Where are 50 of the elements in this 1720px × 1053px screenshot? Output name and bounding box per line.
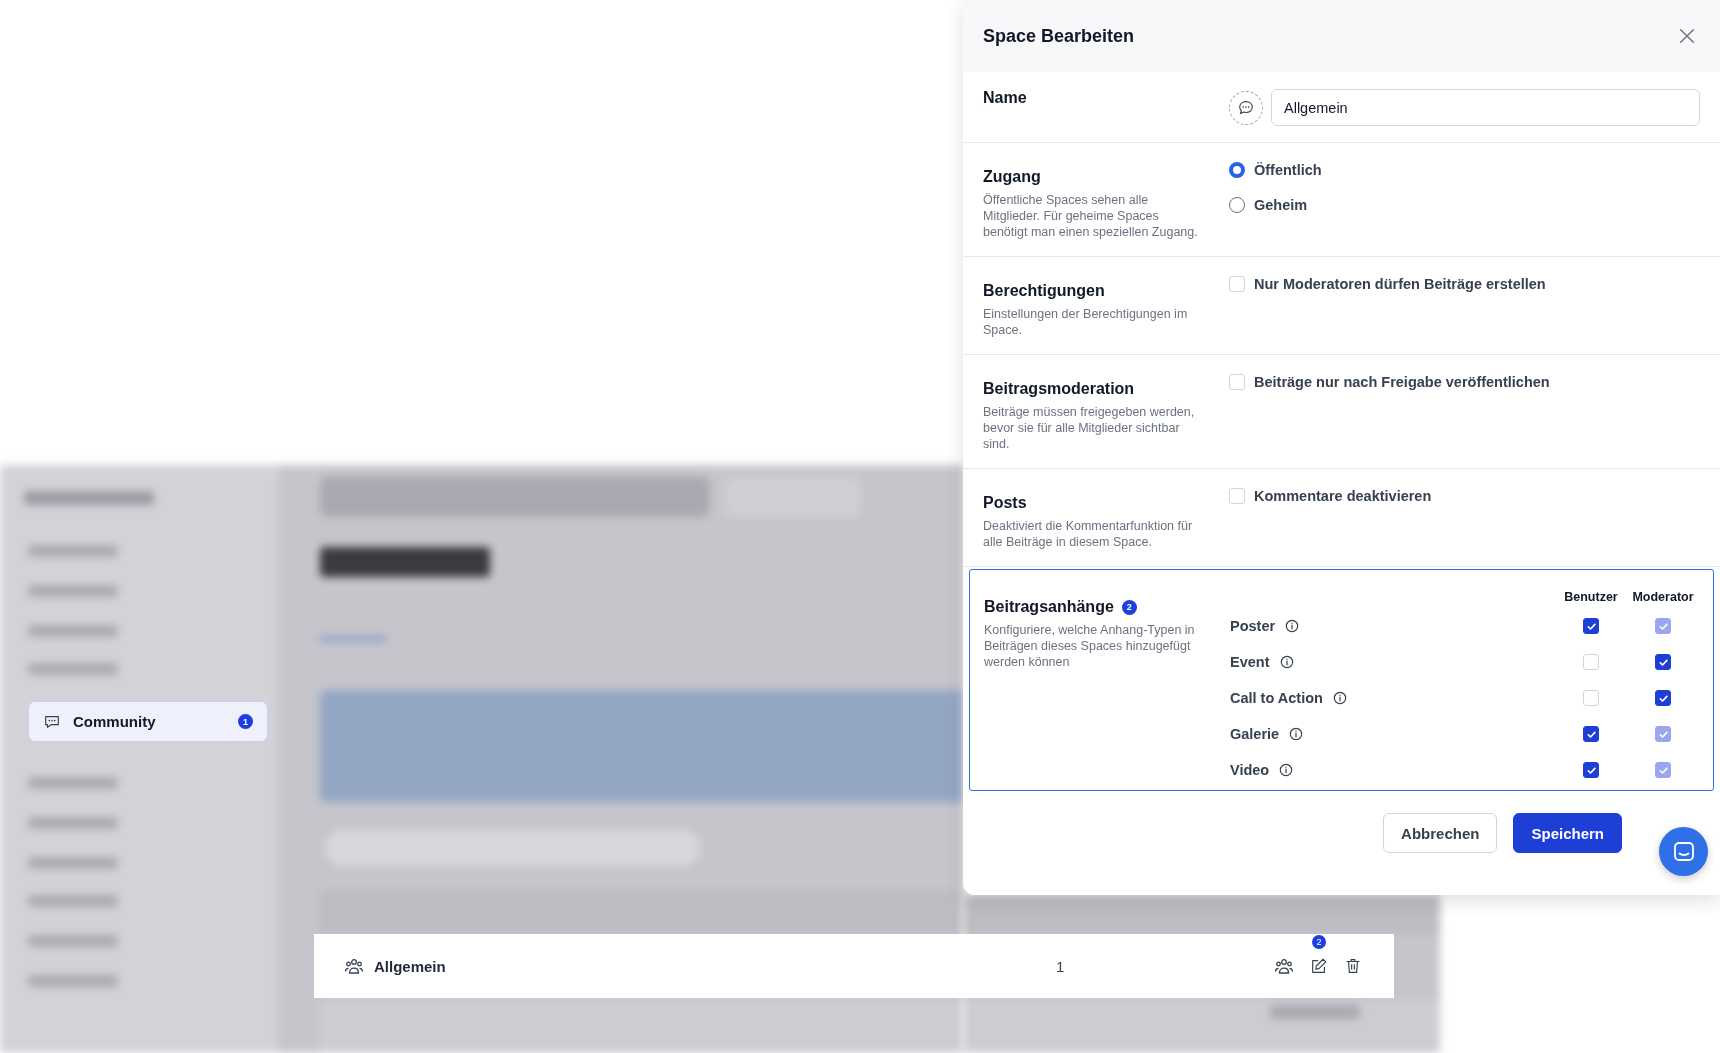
section-description: Einstellungen der Berechtigungen im Space. <box>983 306 1189 338</box>
radio-button[interactable] <box>1229 197 1245 213</box>
info-icon[interactable] <box>1332 691 1347 705</box>
save-button[interactable]: Speichern <box>1513 813 1622 853</box>
section-title: Name <box>983 89 1027 107</box>
info-icon[interactable] <box>1289 727 1304 741</box>
chat-icon <box>1671 839 1696 864</box>
option-label: Nur Moderatoren dürfen Beiträge erstellen <box>1254 276 1546 292</box>
section-description: Konfiguriere, welche Anhang-Typen in Beiträgen dieses Spaces hinzugefügt werden können <box>984 622 1196 670</box>
section-description: Beiträge müssen freigegeben werden, bevor sie für alle Mitglieder sichtbar sind. <box>983 404 1196 452</box>
cancel-button[interactable]: Abbrechen <box>1383 813 1498 853</box>
dialog-title: Space Bearbeiten <box>983 25 1135 47</box>
count-badge: 1 <box>238 714 253 729</box>
post-count: 1 <box>1056 957 1066 975</box>
attachment-type-label: Call to Action <box>1230 690 1323 706</box>
radio-button[interactable] <box>1229 162 1245 178</box>
column-header: Moderator <box>1631 590 1695 604</box>
section-title: Posts <box>983 494 1027 512</box>
info-icon[interactable] <box>1279 655 1294 669</box>
group-icon <box>344 957 364 975</box>
section-title: Zugang <box>983 168 1041 186</box>
checkbox[interactable] <box>1655 654 1671 670</box>
count-badge: 2 <box>1121 599 1137 615</box>
option-label: Beiträge nur nach Freigabe veröffentlichen <box>1254 374 1550 390</box>
column-header: Benutzer <box>1563 590 1619 604</box>
attachment-type-label: Video <box>1230 762 1270 778</box>
sidebar-item[interactable]: Community 1 <box>28 701 268 742</box>
attachment-type-label: Event <box>1230 654 1270 670</box>
edit-icon[interactable] <box>1310 957 1328 975</box>
members-icon[interactable] <box>1274 957 1294 975</box>
option-label: Kommentare deaktivieren <box>1254 488 1432 504</box>
section-description: Deaktiviert die Kommentarfunktion für alle Beiträge in diesem Space. <box>983 518 1194 550</box>
option-label: Geheim <box>1254 197 1308 213</box>
checkbox[interactable] <box>1583 762 1599 778</box>
option-label: Öffentlich <box>1254 162 1322 178</box>
checkbox[interactable] <box>1583 618 1599 634</box>
info-icon[interactable] <box>1285 619 1300 633</box>
section-title: Beitragsanhänge <box>984 598 1114 616</box>
name-input[interactable]: Allgemein <box>1271 89 1700 126</box>
checkbox[interactable] <box>1655 690 1671 706</box>
attachment-type-label: Galerie <box>1230 726 1280 742</box>
section-title: Beitragsmoderation <box>983 380 1135 398</box>
info-icon[interactable] <box>1279 763 1294 777</box>
section-description: Öffentliche Spaces sehen alle Mitglieder. Für geheime Spaces benötigt man einen speziellen Zugang. <box>983 192 1199 240</box>
checkbox[interactable] <box>1583 726 1599 742</box>
count-badge: 2 <box>1312 935 1326 949</box>
section-title: Berechtigungen <box>983 282 1105 300</box>
trash-icon[interactable] <box>1344 957 1362 975</box>
space-name: Allgemein <box>374 957 446 975</box>
attachment-type-label: Poster <box>1230 618 1276 634</box>
